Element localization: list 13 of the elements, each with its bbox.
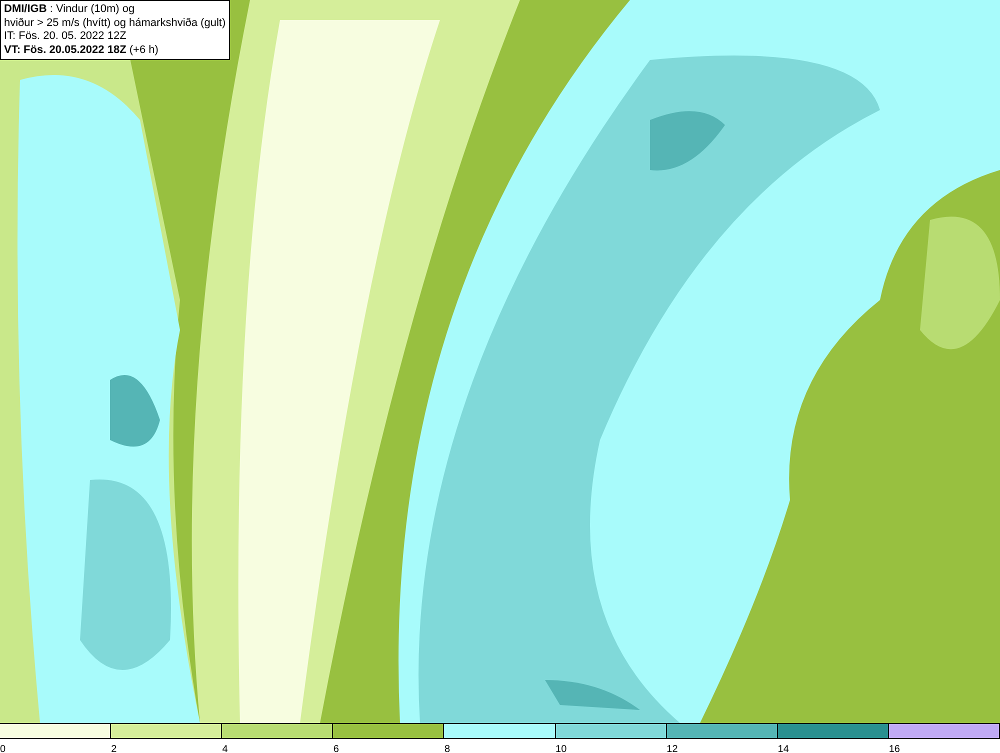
scale-label: 16 [888,744,900,753]
scale-label: 8 [444,744,450,753]
scale-label: 6 [333,744,339,753]
info-text: DMI/IGB : Vindur (10m) og [4,3,136,16]
scale-label: 0 [0,744,6,753]
scale-label: 14 [778,744,789,753]
info-text: hviður > 25 m/s (hvítt) og hámarkshviða (gult) [4,16,226,30]
scale-label: 10 [556,744,567,753]
info-text: VT: Fös. 20.05.2022 18Z (+6 h) [4,44,160,57]
info-text: IT: Fös. 20. 05. 2022 12Z [4,30,128,44]
scale-label: 2 [111,744,117,753]
scale-label: 12 [666,744,678,753]
scale-label: 4 [222,744,228,753]
